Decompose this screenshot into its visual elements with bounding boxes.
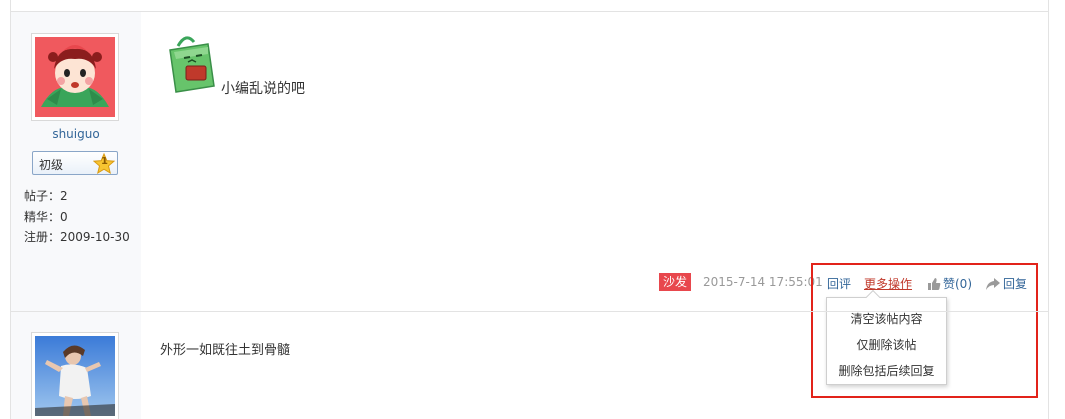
stat-registered: 注册：2009-10-30 <box>24 230 130 244</box>
floor-badge: 沙发 <box>659 273 691 291</box>
user-avatar[interactable] <box>31 332 119 419</box>
post-2: 外形一如既往土到骨髓 <box>11 312 1048 419</box>
rank-level-number: 1 <box>101 156 108 167</box>
post-content: 小编乱说的吧 <box>221 81 305 97</box>
avatar-photo-icon <box>35 336 115 416</box>
user-sidebar: shuiguo 初级 1 帖子：2 精华：0 注册：2009-10-30 <box>11 12 141 311</box>
emoticon-bag-icon <box>169 36 215 93</box>
user-rank-badge: 初级 1 <box>32 151 118 175</box>
user-sidebar <box>11 312 141 419</box>
post-content: 外形一如既往土到骨髓 <box>160 343 291 358</box>
stat-essence: 精华：0 <box>24 210 68 224</box>
username-link[interactable]: shuiguo <box>11 127 141 141</box>
user-avatar[interactable] <box>31 33 119 121</box>
rank-label: 初级 <box>39 158 64 172</box>
post-1: shuiguo 初级 1 帖子：2 精华：0 注册：2009-10-30 小编乱… <box>11 12 1048 398</box>
post-timestamp: 2015-7-14 17:55:01 <box>703 275 823 289</box>
avatar-cartoon-icon <box>35 37 115 117</box>
stat-posts: 帖子：2 <box>24 189 68 203</box>
